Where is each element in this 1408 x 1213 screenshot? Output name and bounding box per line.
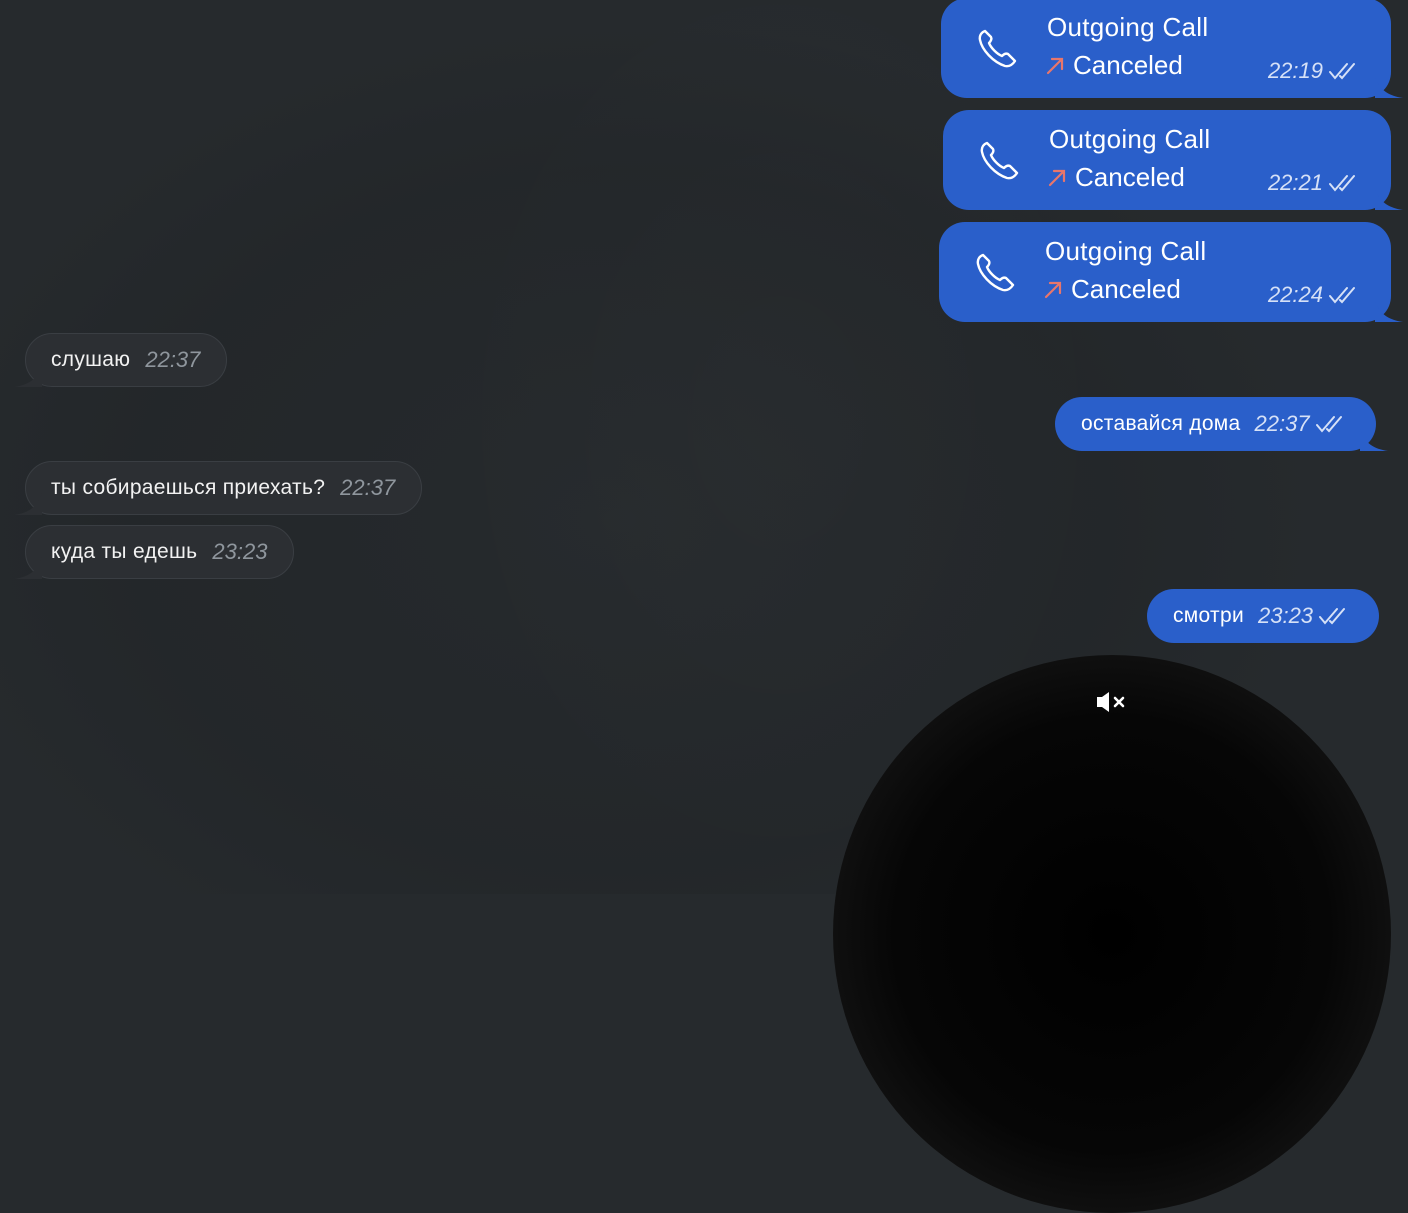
message-time: 22:37 [145,347,201,372]
incoming-message[interactable]: куда ты едешь 23:23 [14,525,295,579]
arrow-up-right-icon [1046,57,1064,74]
call-title: Outgoing Call [1049,124,1211,154]
message-time: 22:24 [1267,282,1323,307]
double-check-icon [1319,608,1346,625]
message-time: 22:37 [1254,411,1310,436]
outgoing-message[interactable]: смотри 23:23 [1147,589,1380,643]
message-time: 22:37 [340,475,396,500]
message-text: куда ты едешь [51,540,198,563]
bubble-tail [14,365,42,387]
double-check-icon [1329,287,1355,304]
incoming-message[interactable]: слушаю 22:37 [14,333,228,387]
arrow-up-right-icon [1048,169,1066,186]
message-meta: 22:21 [1268,170,1361,196]
call-title: Outgoing Call [1045,236,1207,266]
call-status: Canceled [1045,50,1183,81]
message-text: смотри [1173,604,1244,627]
outgoing-call-message[interactable]: Outgoing Call Canceled 22:19 [941,0,1403,98]
bubble-tail [1375,76,1403,98]
message-time: 22:19 [1267,58,1323,83]
outgoing-call-message[interactable]: Outgoing Call Canceled 22:24 [939,222,1403,322]
video-message[interactable] [833,655,1391,1213]
speaker-muted-icon[interactable] [1094,689,1128,715]
double-check-icon [1329,63,1355,80]
message-time: 23:23 [1257,603,1314,628]
call-status-label: Canceled [1075,162,1185,192]
message-text: оставайся дома [1081,412,1241,435]
outgoing-message[interactable]: оставайся дома 22:37 [1055,397,1388,451]
bubble-tail [14,557,42,579]
outgoing-call-message[interactable]: Outgoing Call Canceled 22:21 [943,110,1403,210]
bubble-tail [1375,188,1403,210]
call-status-label: Canceled [1071,274,1181,304]
message-time: 22:21 [1267,170,1323,195]
message-meta: 22:19 [1268,58,1361,84]
arrow-up-right-icon [1044,281,1062,298]
double-check-icon [1315,416,1342,433]
bubble-tail [1375,300,1403,322]
message-text: ты собираешься приехать? [51,476,326,499]
call-title: Outgoing Call [1047,12,1209,42]
incoming-message[interactable]: ты собираешься приехать? 22:37 [14,461,423,515]
message-time: 23:23 [212,539,268,564]
phone-icon [980,141,1019,180]
call-status: Canceled [1043,274,1181,305]
call-status: Canceled [1047,162,1185,193]
phone-icon [976,253,1015,292]
phone-icon [978,29,1017,68]
bubble-tail [14,493,42,515]
bubble-tail [1359,429,1388,451]
message-meta: 22:24 [1268,282,1361,308]
call-status-label: Canceled [1073,50,1183,80]
double-check-icon [1329,175,1355,192]
message-text: слушаю [51,348,131,371]
